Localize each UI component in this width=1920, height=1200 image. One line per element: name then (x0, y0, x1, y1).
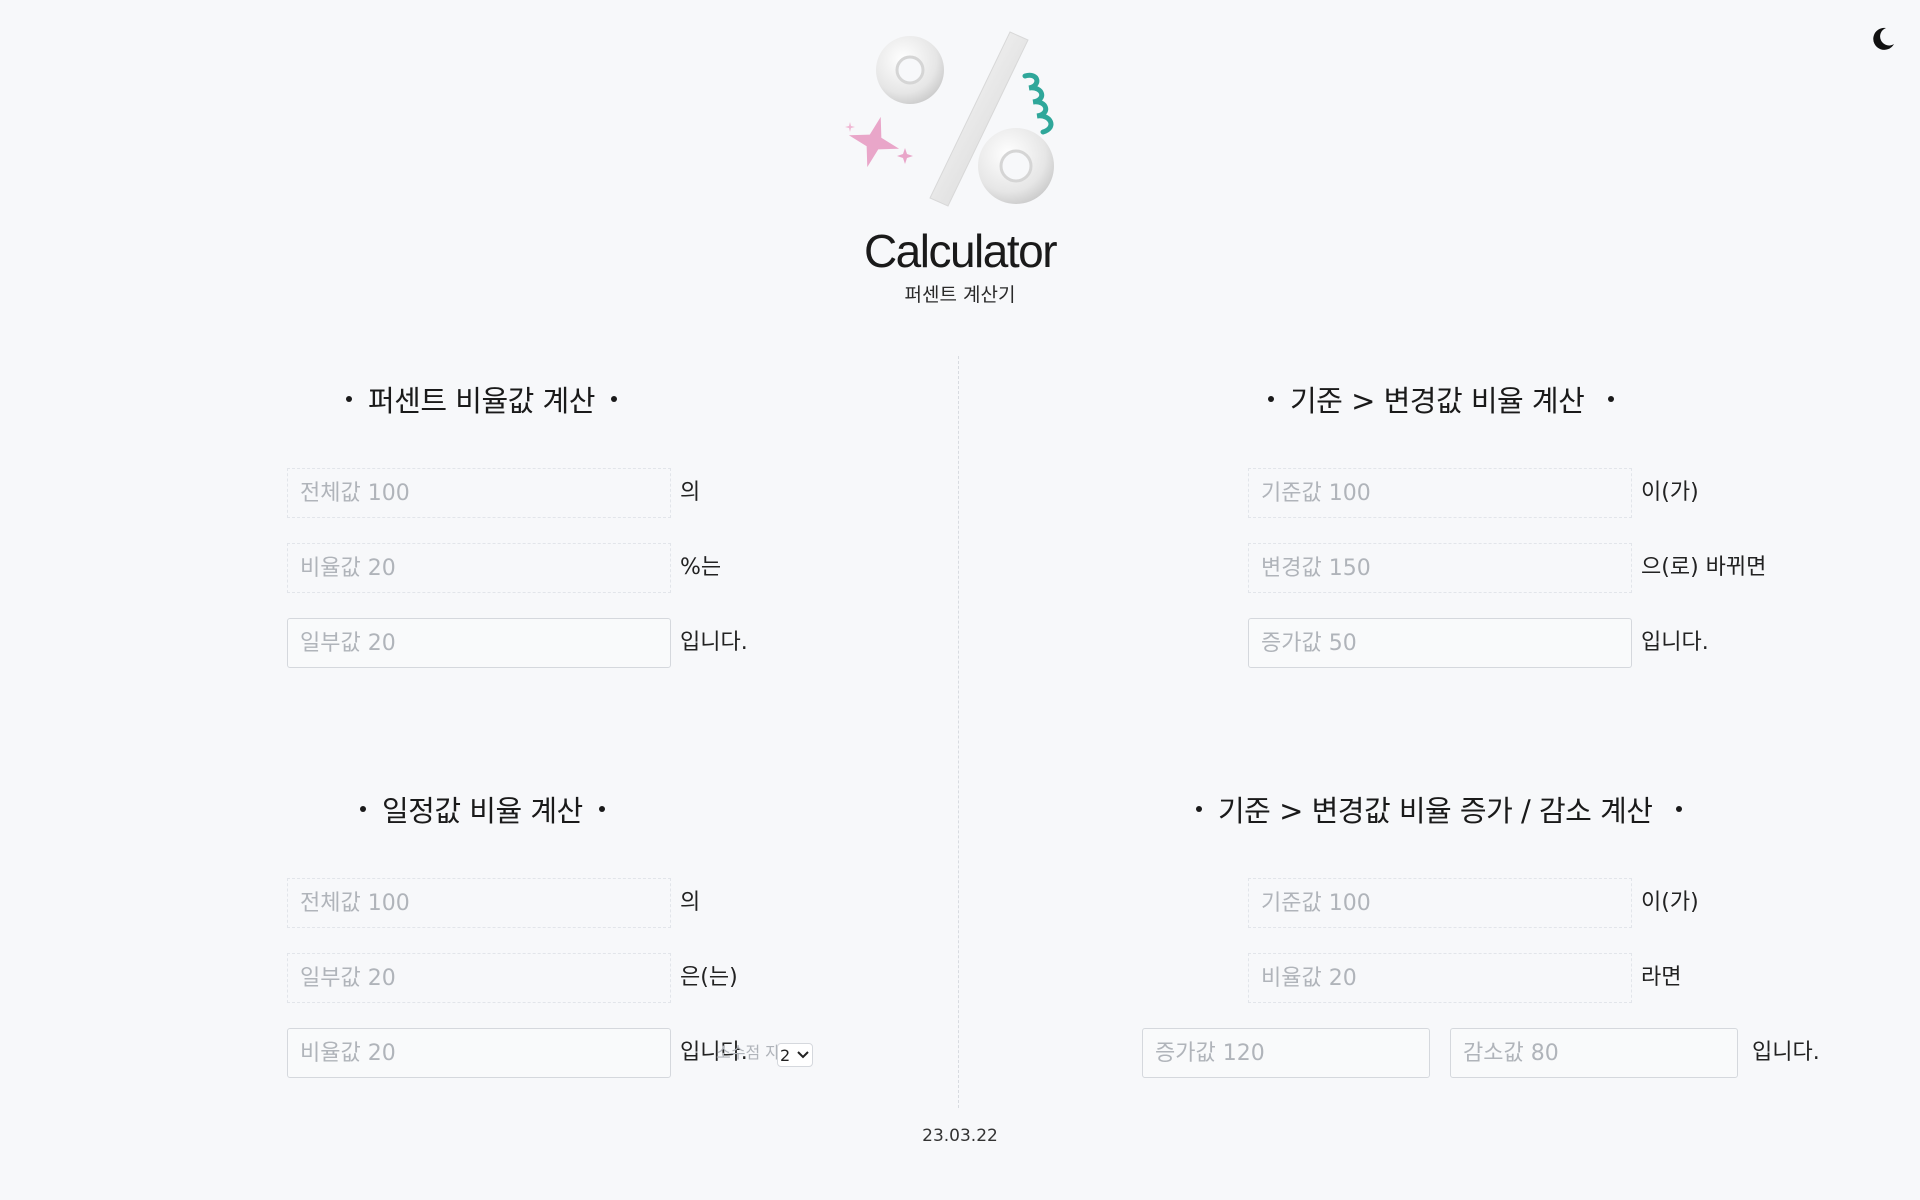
part-value-input[interactable] (287, 953, 671, 1003)
bullet-icon (610, 396, 617, 402)
bullet-icon (1196, 806, 1202, 812)
ratio-value-output[interactable] (287, 1028, 671, 1078)
section-title-text: 기준 > 변경값 비율 증가 / 감소 계산 (1218, 794, 1653, 828)
changed-suffix: 으(로) 바뀌면 (1641, 555, 1767, 580)
footer-date: 23.03.22 (922, 1126, 998, 1146)
section-title-increase-decrease: 기준 > 변경값 비율 증가 / 감소 계산 (1180, 788, 1698, 830)
total-suffix: 의 (680, 890, 701, 915)
changed-value-input[interactable] (1248, 543, 1632, 593)
app-subtitle: 퍼센트 계산기 (904, 284, 1016, 306)
bullet-icon (1268, 396, 1274, 402)
bullet-icon (1608, 396, 1615, 402)
section-title-percent-ratio: 퍼센트 비율값 계산 (330, 378, 633, 420)
total-value-input[interactable] (287, 468, 671, 518)
base-value-input[interactable] (1248, 878, 1632, 928)
ratio-value-input[interactable] (1248, 953, 1632, 1003)
theme-toggle-button[interactable] (1866, 22, 1900, 56)
section-title-text: 일정값 비율 계산 (382, 794, 583, 828)
section-title-part-ratio: 일정값 비율 계산 (344, 788, 621, 830)
ratio-value-input[interactable] (287, 543, 671, 593)
result-suffix: 입니다. (1641, 630, 1709, 655)
moon-icon (1873, 27, 1894, 50)
decimal-places-select[interactable]: 2 (777, 1043, 813, 1067)
section-title-text: 퍼센트 비율값 계산 (368, 384, 595, 418)
section-title-change-ratio: 기준 > 변경값 비율 계산 (1252, 378, 1630, 420)
bullet-icon (346, 396, 352, 402)
section-title-text: 기준 > 변경값 비율 계산 (1290, 384, 1585, 418)
base-value-input[interactable] (1248, 468, 1632, 518)
total-value-input[interactable] (287, 878, 671, 928)
total-suffix: 의 (680, 480, 701, 505)
increase-value-output[interactable] (1248, 618, 1632, 668)
result-suffix: 입니다. (1752, 1040, 1820, 1065)
increase-value-output[interactable] (1142, 1028, 1430, 1078)
app-title: Calculator (863, 225, 1058, 277)
bullet-icon (360, 806, 366, 812)
decrease-value-output[interactable] (1450, 1028, 1738, 1078)
bullet-icon (1676, 806, 1683, 812)
base-suffix: 이(가) (1641, 480, 1699, 505)
part-value-output[interactable] (287, 618, 671, 668)
bullet-icon (598, 806, 605, 812)
result-suffix: 입니다. (680, 630, 748, 655)
percent-logo-icon (845, 31, 1054, 207)
ratio-suffix: 라면 (1641, 965, 1682, 990)
base-suffix: 이(가) (1641, 890, 1699, 915)
ratio-suffix: %는 (680, 555, 722, 580)
part-suffix: 은(는) (680, 965, 738, 990)
column-divider (958, 356, 959, 1108)
